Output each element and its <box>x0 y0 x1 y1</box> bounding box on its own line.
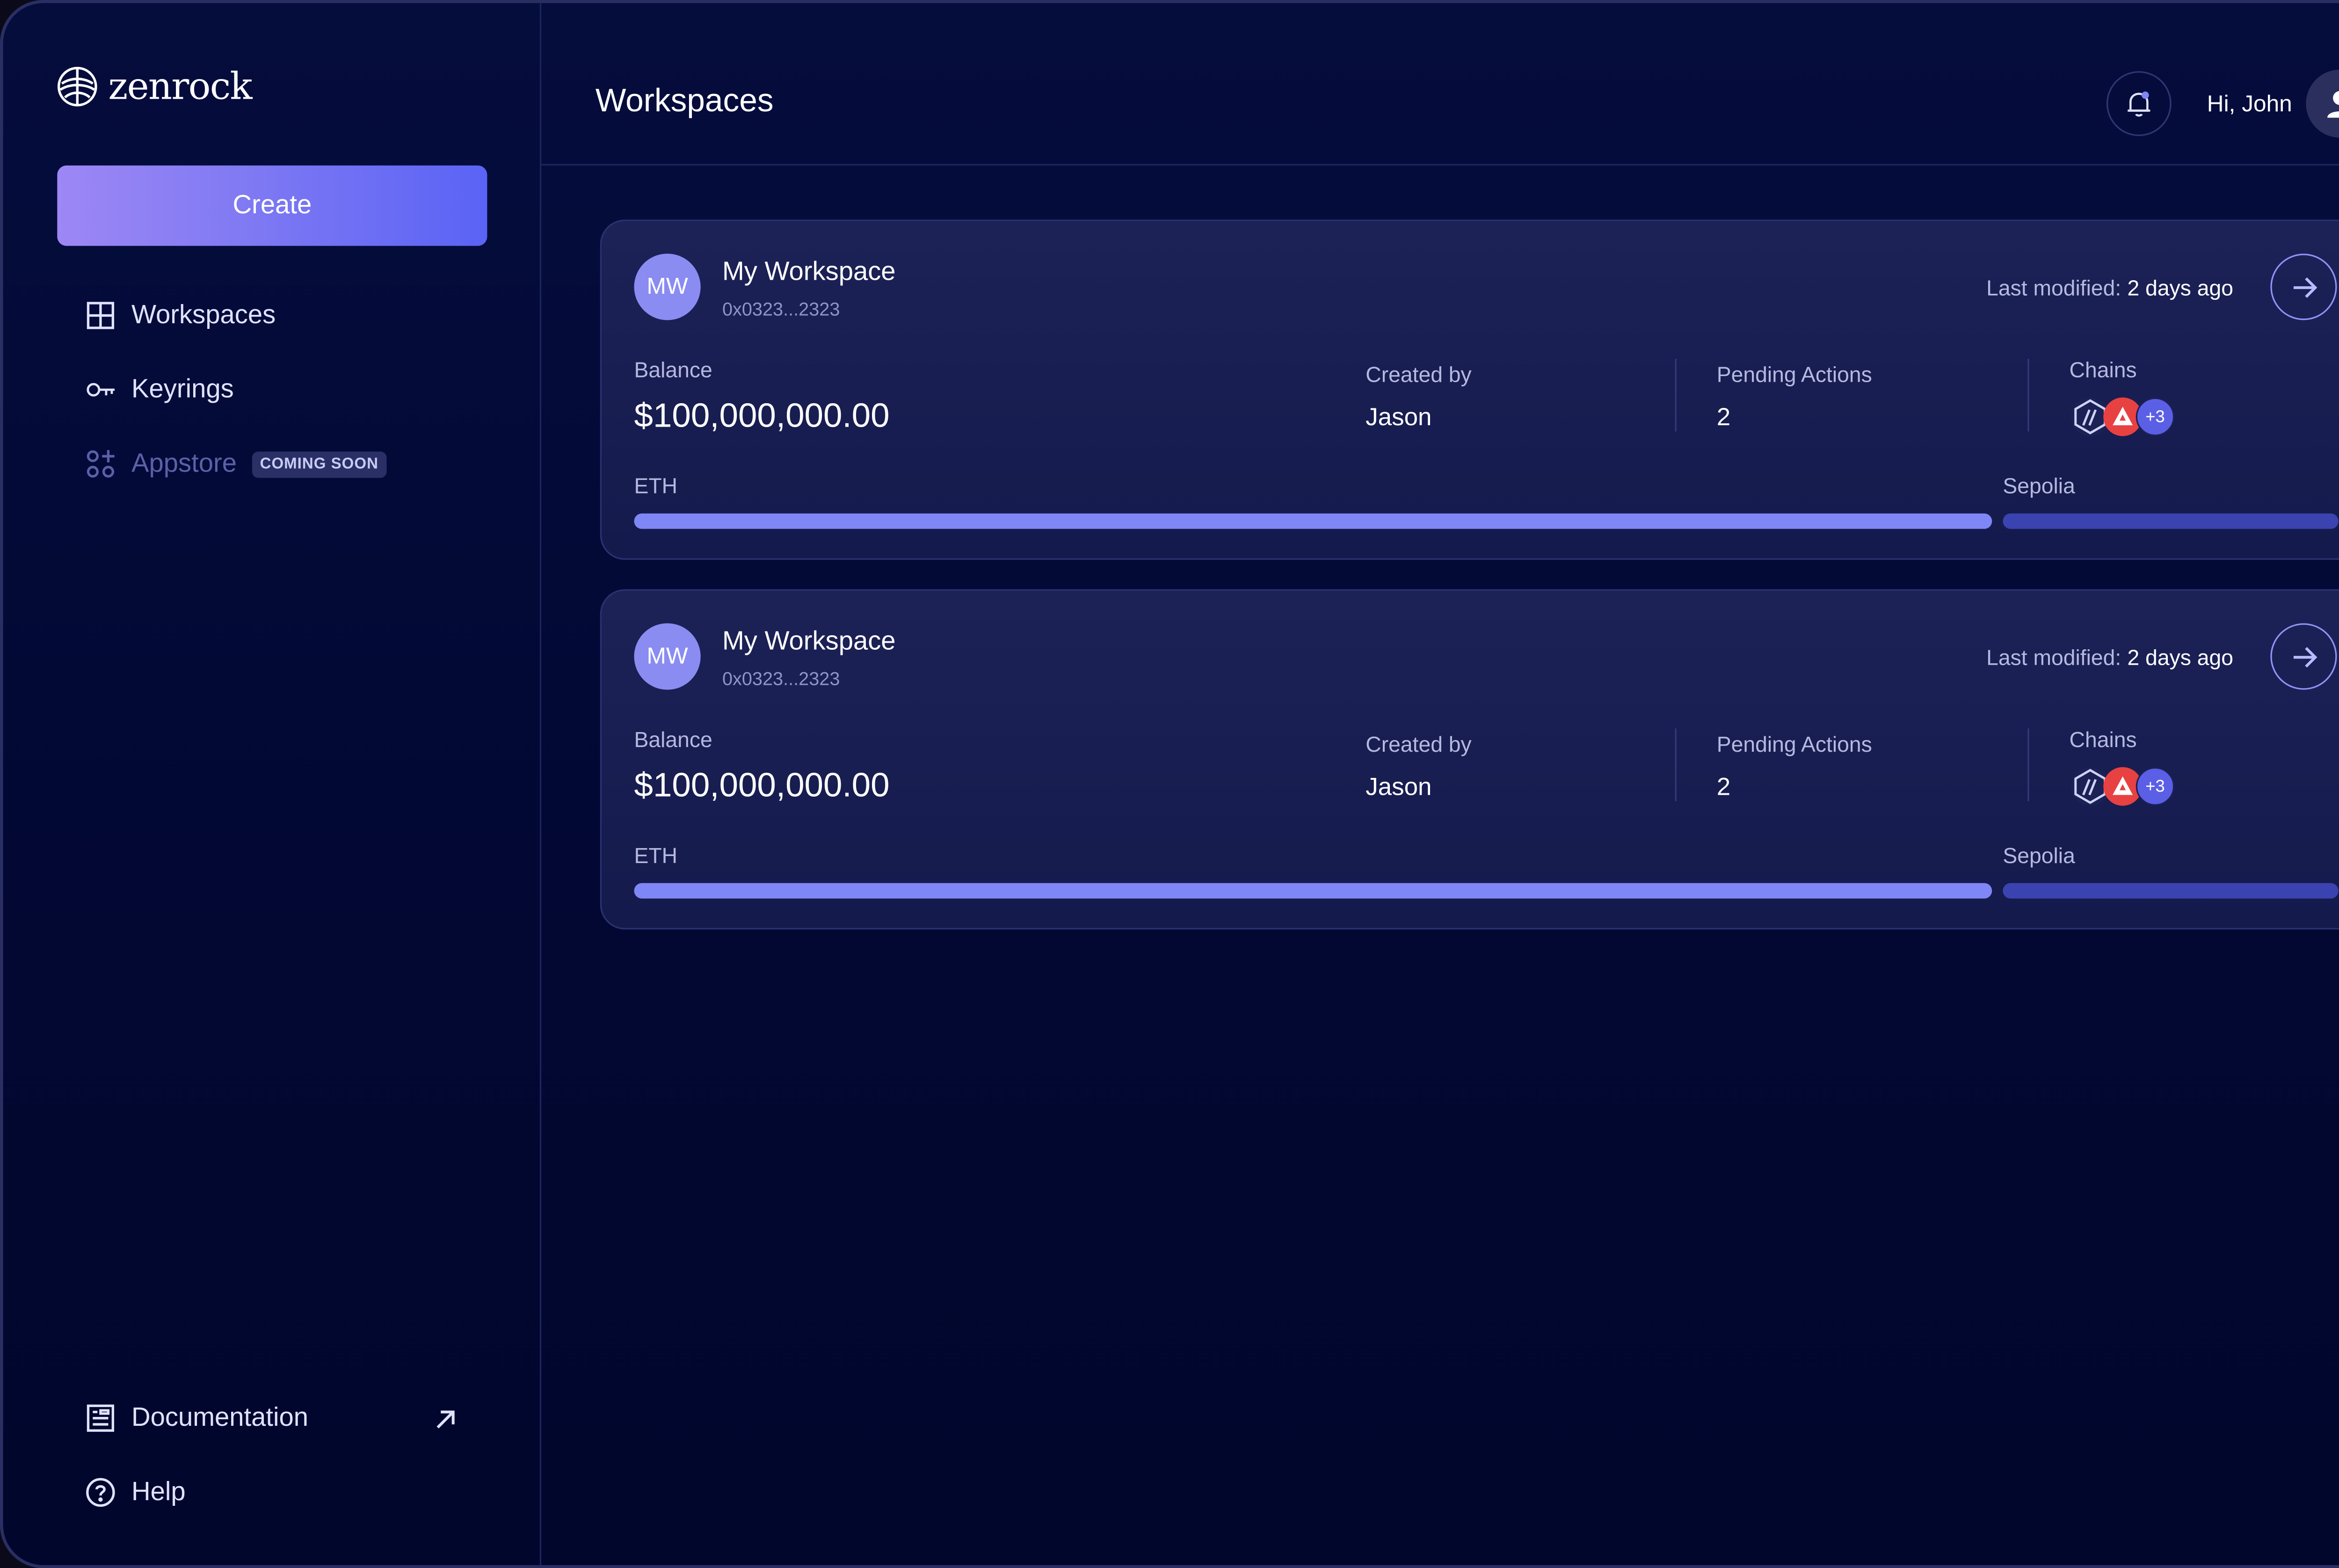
chain-list: +3 <box>2070 767 2175 806</box>
open-workspace-button[interactable] <box>2270 623 2337 690</box>
chains-label: Chains <box>2069 357 2137 382</box>
coming-soon-badge: COMING SOON <box>252 450 386 477</box>
sidebar-item-label: Documentation <box>131 1402 309 1432</box>
balance-value: $100,000,000.00 <box>634 765 890 805</box>
bell-icon <box>2123 88 2154 119</box>
workspace-avatar: MW <box>634 254 701 320</box>
grid-icon <box>85 300 116 331</box>
bar-label-sepolia: Sepolia <box>2003 473 2075 498</box>
sepolia-allocation-bar <box>2003 513 2339 529</box>
sepolia-allocation-bar <box>2003 883 2339 899</box>
created-by-value: Jason <box>1366 775 1432 801</box>
user-icon <box>2324 88 2339 119</box>
divider <box>2027 728 2029 801</box>
sidebar-item-keyrings[interactable]: Keyrings <box>85 374 234 405</box>
bar-label-sepolia: Sepolia <box>2003 842 2075 868</box>
notifications-button[interactable] <box>2106 71 2172 136</box>
balance-value: $100,000,000.00 <box>634 396 890 435</box>
workspace-name: My Workspace <box>722 256 896 286</box>
page-title: Workspaces <box>595 83 774 119</box>
brand-logo[interactable]: zenrock <box>56 65 253 109</box>
pending-actions-value: 2 <box>1716 405 1731 432</box>
user-greeting: Hi, John <box>2207 91 2292 118</box>
sidebar-item-help[interactable]: Help <box>85 1477 186 1508</box>
last-modified-value: 2 days ago <box>2127 275 2234 300</box>
open-workspace-button[interactable] <box>2270 254 2337 320</box>
top-bar: Workspaces Hi, John <box>541 3 2339 166</box>
workspace-address: 0x0323...2323 <box>722 298 840 320</box>
divider <box>1675 728 1677 801</box>
more-chains-badge[interactable]: +3 <box>2136 397 2175 436</box>
balance-label: Balance <box>634 726 712 752</box>
workspace-card[interactable]: MW My Workspace 0x0323...2323 Last modif… <box>600 219 2339 560</box>
more-chains-badge[interactable]: +3 <box>2136 767 2175 806</box>
created-by-value: Jason <box>1366 405 1432 432</box>
eth-allocation-bar <box>634 883 1992 899</box>
arrow-right-icon <box>2288 271 2319 302</box>
sidebar-item-label: Appstore <box>131 448 237 478</box>
sidebar-item-label: Help <box>131 1477 186 1507</box>
chain-list: +3 <box>2070 397 2175 436</box>
last-modified: Last modified: 2 days ago <box>1986 275 2233 300</box>
key-icon <box>85 374 116 405</box>
created-by-label: Created by <box>1366 731 1472 756</box>
divider <box>2027 359 2029 432</box>
help-icon <box>85 1477 116 1508</box>
divider <box>1675 359 1677 432</box>
sidebar-item-documentation[interactable]: Documentation <box>85 1403 308 1434</box>
pending-actions-value: 2 <box>1716 775 1731 801</box>
arrow-right-icon <box>2288 641 2319 672</box>
bar-label-eth: ETH <box>634 473 678 498</box>
app-window: zenrock Create Workspaces Keyrings Appst… <box>0 0 2339 1568</box>
bar-label-eth: ETH <box>634 842 678 868</box>
document-icon <box>85 1403 116 1434</box>
eth-allocation-bar <box>634 513 1992 529</box>
balance-label: Balance <box>634 357 712 382</box>
created-by-label: Created by <box>1366 362 1472 387</box>
brand-name: zenrock <box>108 65 252 109</box>
apps-icon <box>85 449 116 479</box>
workspace-card[interactable]: MW My Workspace 0x0323...2323 Last modif… <box>600 589 2339 929</box>
external-link-icon <box>430 1404 461 1435</box>
last-modified-label: Last modified: <box>1986 645 2121 670</box>
create-button[interactable]: Create <box>57 165 487 246</box>
sidebar: zenrock Create Workspaces Keyrings Appst… <box>3 3 542 1565</box>
sidebar-item-workspaces[interactable]: Workspaces <box>85 300 276 331</box>
sidebar-item-label: Keyrings <box>131 374 234 404</box>
zenrock-logo-icon <box>56 65 99 109</box>
workspace-address: 0x0323...2323 <box>722 668 840 690</box>
chains-label: Chains <box>2069 726 2137 752</box>
last-modified-label: Last modified: <box>1986 275 2121 300</box>
last-modified: Last modified: 2 days ago <box>1986 645 2233 670</box>
user-avatar[interactable] <box>2306 69 2339 138</box>
workspace-name: My Workspace <box>722 626 896 656</box>
workspace-avatar: MW <box>634 623 701 690</box>
pending-actions-label: Pending Actions <box>1716 731 1872 756</box>
sidebar-item-label: Workspaces <box>131 300 276 330</box>
last-modified-value: 2 days ago <box>2127 645 2234 670</box>
sidebar-item-appstore[interactable]: Appstore COMING SOON <box>85 449 386 479</box>
pending-actions-label: Pending Actions <box>1716 362 1872 387</box>
